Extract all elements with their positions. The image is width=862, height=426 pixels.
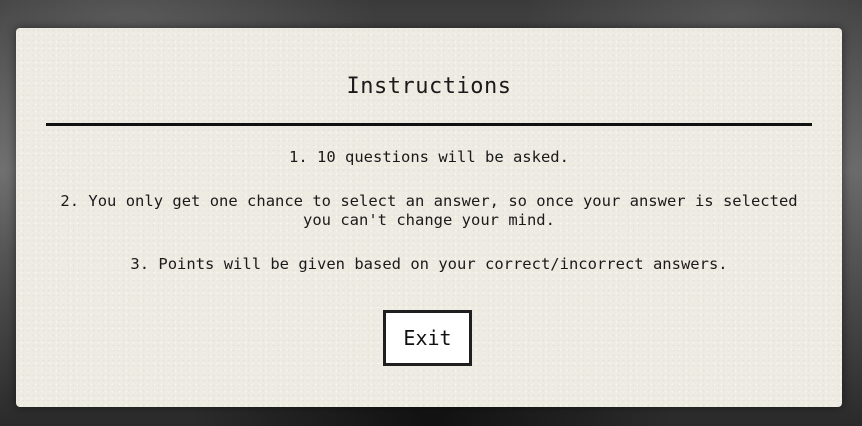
instruction-item: 2. You only get one chance to select an … — [60, 192, 798, 229]
instructions-modal: Instructions 1. 10 questions will be ask… — [16, 28, 842, 407]
title-divider — [46, 123, 812, 126]
instruction-item: 3. Points will be given based on your co… — [130, 255, 728, 273]
exit-button[interactable]: Exit — [383, 310, 472, 366]
instructions-list: 1. 10 questions will be asked. 2. You on… — [56, 148, 802, 299]
instruction-item: 1. 10 questions will be asked. — [289, 148, 569, 166]
modal-title: Instructions — [346, 74, 512, 99]
